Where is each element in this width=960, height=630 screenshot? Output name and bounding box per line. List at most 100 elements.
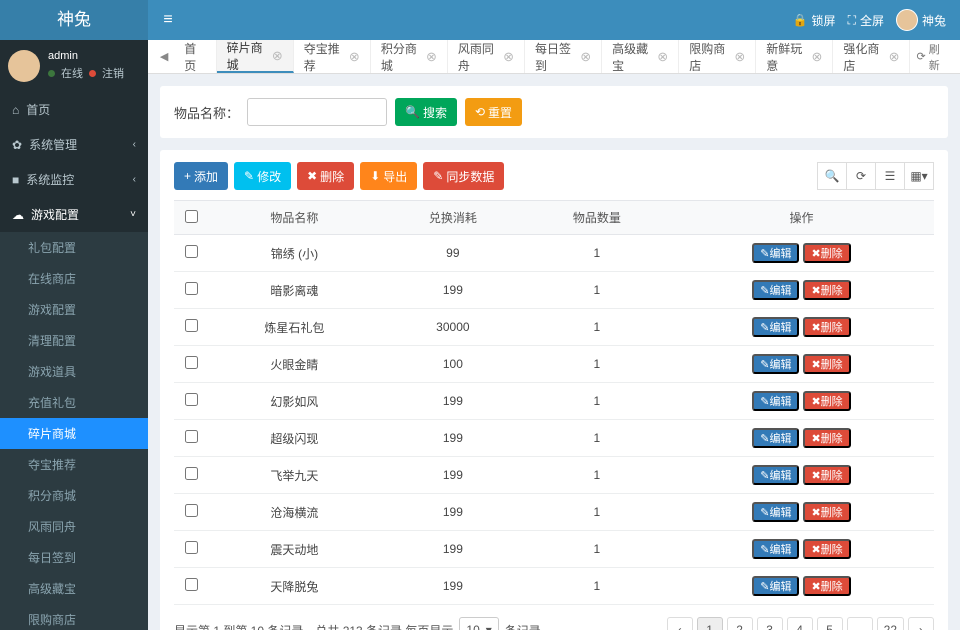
tab[interactable]: 每日签到⊗: [525, 40, 602, 73]
row-checkbox[interactable]: [185, 245, 198, 258]
row-delete-button[interactable]: ✖删除: [803, 317, 850, 337]
row-checkbox[interactable]: [185, 430, 198, 443]
tab[interactable]: 强化商店⊗: [833, 40, 910, 73]
logout-dot-icon: [89, 70, 96, 77]
row-delete-button[interactable]: ✖删除: [803, 465, 850, 485]
row-delete-button[interactable]: ✖删除: [803, 280, 850, 300]
sidebar-sub-item[interactable]: 游戏道具: [0, 356, 148, 387]
table-row: 震天动地1991✎编辑✖删除: [174, 531, 934, 568]
page-button[interactable]: 4: [787, 617, 813, 630]
sidebar-sub-item[interactable]: 风雨同舟: [0, 511, 148, 542]
row-delete-button[interactable]: ✖删除: [803, 576, 850, 596]
sidebar-sub-item[interactable]: 夺宝推荐: [0, 449, 148, 480]
tab[interactable]: 风雨同舟⊗: [448, 40, 525, 73]
select-all-checkbox[interactable]: [185, 210, 198, 223]
tab[interactable]: 首页: [174, 40, 216, 73]
tab[interactable]: 高级藏宝⊗: [602, 40, 679, 73]
row-delete-button[interactable]: ✖删除: [803, 391, 850, 411]
tab-scroll-left[interactable]: ◀: [154, 40, 174, 73]
page-button[interactable]: 5: [817, 617, 843, 630]
row-edit-button[interactable]: ✎编辑: [752, 317, 799, 337]
sidebar-sub-item[interactable]: 碎片商城: [0, 418, 148, 449]
row-checkbox[interactable]: [185, 541, 198, 554]
page-button[interactable]: ›: [908, 617, 934, 630]
search-tool-icon[interactable]: 🔍: [817, 162, 847, 190]
tabs-refresh[interactable]: ⟳刷新: [911, 40, 954, 73]
brand-logo[interactable]: 神兔: [0, 0, 148, 40]
sidebar-sub-item[interactable]: 限购商店: [0, 604, 148, 630]
search-button[interactable]: 🔍搜索: [395, 98, 457, 126]
close-icon[interactable]: ⊗: [734, 49, 745, 65]
nav-game[interactable]: ☁游戏配置˅: [0, 197, 148, 232]
nav-monitor[interactable]: ■系统监控‹: [0, 162, 148, 197]
grid-tool-icon[interactable]: ▦▾: [904, 162, 934, 190]
header-user[interactable]: 神兔: [896, 9, 946, 31]
refresh-tool-icon[interactable]: ⟳: [846, 162, 876, 190]
sidebar-sub-item[interactable]: 积分商城: [0, 480, 148, 511]
tab[interactable]: 碎片商城⊗: [217, 40, 294, 73]
menu-toggle-icon[interactable]: ≡: [148, 11, 188, 29]
nav-home[interactable]: ⌂首页: [0, 92, 148, 127]
row-edit-button[interactable]: ✎编辑: [752, 576, 799, 596]
edit-button[interactable]: ✎修改: [234, 162, 291, 190]
lock-button[interactable]: 🔒锁屏: [793, 12, 836, 29]
cell-qty: 1: [525, 309, 669, 346]
row-checkbox[interactable]: [185, 319, 198, 332]
page-button[interactable]: ‹: [667, 617, 693, 630]
reset-button[interactable]: ⟲重置: [465, 98, 522, 126]
sync-button[interactable]: ✎同步数据: [423, 162, 504, 190]
tab[interactable]: 新鲜玩意⊗: [756, 40, 833, 73]
row-edit-button[interactable]: ✎编辑: [752, 539, 799, 559]
nav-sys[interactable]: ✿系统管理‹: [0, 127, 148, 162]
export-button[interactable]: ⬇导出: [360, 162, 417, 190]
row-delete-button[interactable]: ✖删除: [803, 502, 850, 522]
close-icon[interactable]: ⊗: [580, 49, 591, 65]
close-icon[interactable]: ⊗: [503, 49, 514, 65]
row-edit-button[interactable]: ✎编辑: [752, 428, 799, 448]
sidebar-sub-item[interactable]: 礼包配置: [0, 232, 148, 263]
close-icon[interactable]: ⊗: [657, 49, 668, 65]
row-checkbox[interactable]: [185, 393, 198, 406]
close-icon[interactable]: ⊗: [272, 48, 283, 64]
sidebar-sub-item[interactable]: 清理配置: [0, 325, 148, 356]
row-edit-button[interactable]: ✎编辑: [752, 391, 799, 411]
tab[interactable]: 夺宝推荐⊗: [294, 40, 371, 73]
row-checkbox[interactable]: [185, 356, 198, 369]
columns-tool-icon[interactable]: ☰: [875, 162, 905, 190]
row-delete-button[interactable]: ✖删除: [803, 428, 850, 448]
page-button[interactable]: 1: [697, 617, 723, 630]
row-delete-button[interactable]: ✖删除: [803, 354, 850, 374]
row-checkbox[interactable]: [185, 282, 198, 295]
delete-button[interactable]: ✖删除: [297, 162, 354, 190]
sidebar-sub-item[interactable]: 游戏配置: [0, 294, 148, 325]
row-checkbox[interactable]: [185, 578, 198, 591]
sidebar-sub-item[interactable]: 在线商店: [0, 263, 148, 294]
page-button[interactable]: 22: [877, 617, 904, 630]
sidebar-sub-item[interactable]: 充值礼包: [0, 387, 148, 418]
sidebar-sub-item[interactable]: 每日签到: [0, 542, 148, 573]
close-icon[interactable]: ⊗: [811, 49, 822, 65]
tab[interactable]: 限购商店⊗: [679, 40, 756, 73]
tab[interactable]: 积分商城⊗: [371, 40, 448, 73]
row-checkbox[interactable]: [185, 504, 198, 517]
page-button[interactable]: ...: [847, 617, 873, 630]
close-icon[interactable]: ⊗: [889, 49, 900, 65]
close-icon[interactable]: ⊗: [349, 49, 360, 65]
row-edit-button[interactable]: ✎编辑: [752, 354, 799, 374]
row-checkbox[interactable]: [185, 467, 198, 480]
row-edit-button[interactable]: ✎编辑: [752, 465, 799, 485]
add-button[interactable]: +添加: [174, 162, 228, 190]
logout-link[interactable]: 注销: [102, 65, 124, 81]
row-edit-button[interactable]: ✎编辑: [752, 243, 799, 263]
row-edit-button[interactable]: ✎编辑: [752, 280, 799, 300]
row-edit-button[interactable]: ✎编辑: [752, 502, 799, 522]
fullscreen-button[interactable]: ⛶全屏: [848, 12, 884, 29]
row-delete-button[interactable]: ✖删除: [803, 539, 850, 559]
page-size-select[interactable]: 10▾: [459, 617, 498, 630]
page-button[interactable]: 3: [757, 617, 783, 630]
close-icon[interactable]: ⊗: [426, 49, 437, 65]
sidebar-sub-item[interactable]: 高级藏宝: [0, 573, 148, 604]
row-delete-button[interactable]: ✖删除: [803, 243, 850, 263]
page-button[interactable]: 2: [727, 617, 753, 630]
item-name-input[interactable]: [247, 98, 387, 126]
